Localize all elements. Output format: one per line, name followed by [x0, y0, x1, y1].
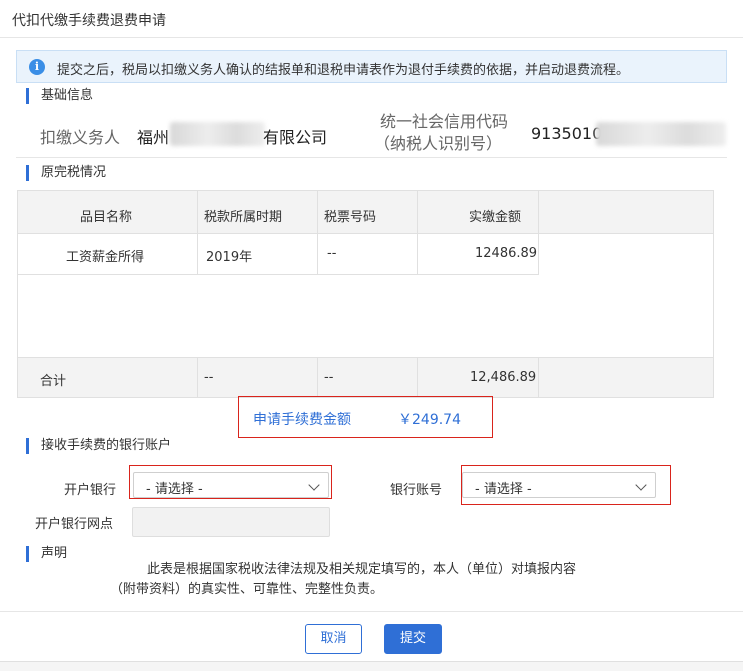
- total-period: --: [204, 370, 214, 385]
- cancel-button[interactable]: 取消: [305, 624, 362, 654]
- column-header-period: 税款所属时期: [204, 210, 283, 225]
- notice-text: 提交之后，税局以扣缴义务人确认的结报单和退税申请表作为退付手续费的依据，并启动退…: [57, 63, 630, 78]
- section-marker: [26, 546, 29, 562]
- section-basic-info: 基础信息: [26, 88, 93, 104]
- divider: [16, 157, 727, 158]
- total-amount: 12,486.89: [470, 370, 537, 385]
- fee-label: 申请手续费金额: [253, 412, 351, 428]
- total-ticket: --: [324, 370, 334, 385]
- agent-label: 扣缴义务人: [40, 128, 121, 147]
- column-divider: [317, 358, 318, 397]
- column-divider: [197, 191, 198, 275]
- credit-code-prefix: 9135010: [531, 124, 603, 143]
- fee-amount: ￥249.74: [398, 412, 461, 428]
- background-strip: [0, 661, 743, 671]
- dialog-header: 代扣代缴手续费退费申请: [0, 0, 743, 38]
- branch-input[interactable]: [132, 507, 330, 537]
- credit-code-label-line1: 统一社会信用代码: [380, 112, 509, 131]
- info-icon: i: [29, 59, 45, 75]
- section-marker: [26, 438, 29, 454]
- account-label: 银行账号: [390, 483, 443, 498]
- footer-divider: [0, 611, 743, 612]
- bank-select[interactable]: - 请选择 -: [133, 472, 329, 498]
- section-basic-info-title: 基础信息: [41, 88, 94, 103]
- chevron-down-icon: [635, 479, 647, 491]
- section-marker: [26, 88, 29, 104]
- section-declaration: 声明: [26, 546, 67, 562]
- section-bank-title: 接收手续费的银行账户: [41, 438, 172, 453]
- row-amount: 12486.89: [475, 246, 538, 261]
- account-select-value: - 请选择 -: [475, 482, 532, 497]
- branch-label: 开户银行网点: [35, 517, 114, 532]
- tax-table: 品目名称 税款所属时期 税票号码 实缴金额 工资薪金所得 2019年 -- 12…: [17, 190, 714, 398]
- section-bank: 接收手续费的银行账户: [26, 438, 171, 454]
- column-divider: [197, 358, 198, 397]
- bank-label: 开户银行: [64, 483, 117, 498]
- info-notice: i 提交之后，税局以扣缴义务人确认的结报单和退税申请表作为退付手续费的依据，并启…: [16, 50, 727, 83]
- chevron-down-icon: [308, 479, 320, 491]
- column-divider: [317, 191, 318, 275]
- column-divider: [417, 191, 418, 275]
- agent-name-prefix: 福州: [137, 128, 170, 147]
- row-ticket: --: [327, 246, 337, 261]
- row-divider: [18, 274, 539, 275]
- total-label: 合计: [40, 374, 67, 389]
- account-select[interactable]: - 请选择 -: [462, 472, 656, 498]
- section-tax: 原完税情况: [26, 165, 106, 181]
- credit-code-label-line2: （纳税人识别号）: [374, 134, 503, 153]
- section-tax-title: 原完税情况: [41, 165, 107, 180]
- column-divider: [417, 358, 418, 397]
- row-period: 2019年: [206, 250, 253, 265]
- column-header-amount: 实缴金额: [469, 210, 522, 225]
- redacted-credit-code: [596, 122, 726, 146]
- column-divider: [538, 358, 539, 397]
- table-header: 品目名称 税款所属时期 税票号码 实缴金额: [18, 191, 713, 234]
- agent-name-suffix: 有限公司: [263, 128, 328, 147]
- section-marker: [26, 165, 29, 181]
- declaration-line1: 此表是根据国家税收法律法规及相关规定填写的，本人（单位）对填报内容: [147, 562, 577, 577]
- declaration-line2: （附带资料）的真实性、可靠性、完整性负责。: [110, 582, 384, 597]
- submit-button[interactable]: 提交: [384, 624, 442, 654]
- row-item: 工资薪金所得: [66, 250, 145, 265]
- bank-select-value: - 请选择 -: [146, 482, 203, 497]
- section-declaration-title: 声明: [41, 546, 68, 561]
- redacted-agent-name: [170, 122, 265, 146]
- fee-amount-box: 申请手续费金额 ￥249.74: [238, 396, 493, 438]
- column-header-item: 品目名称: [80, 210, 133, 225]
- table-total-row: 合计 -- -- 12,486.89: [18, 357, 713, 397]
- column-header-ticket: 税票号码: [324, 210, 377, 225]
- column-divider: [538, 191, 539, 275]
- dialog-title: 代扣代缴手续费退费申请: [12, 13, 166, 29]
